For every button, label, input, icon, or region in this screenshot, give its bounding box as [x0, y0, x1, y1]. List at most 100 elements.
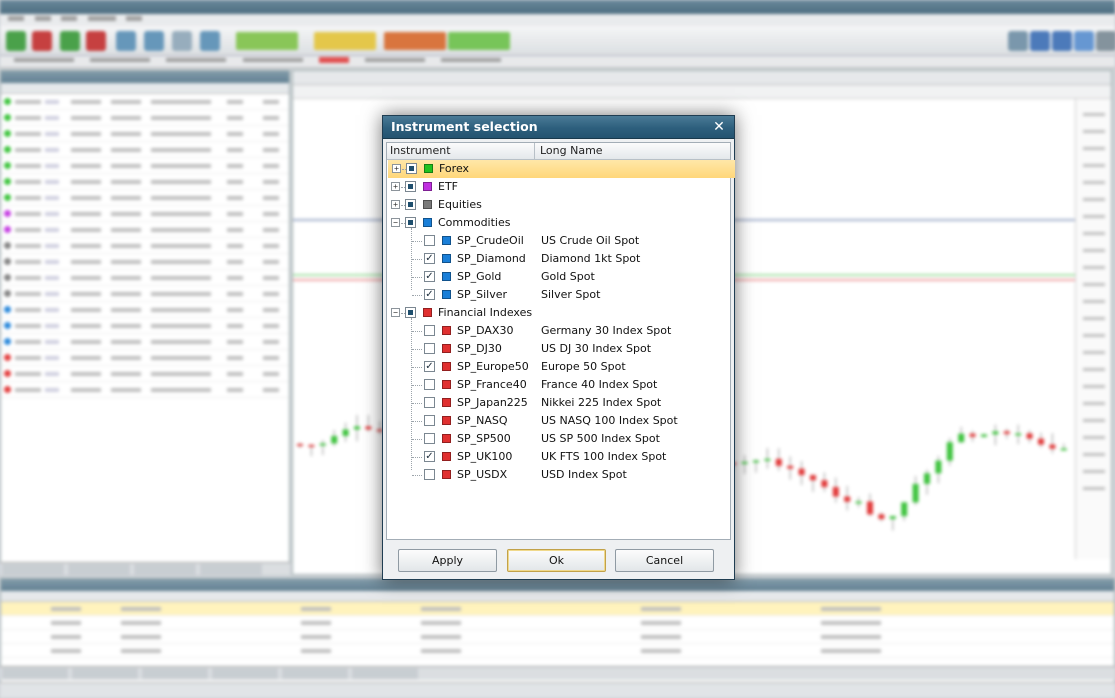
instrument-type-color-icon: [442, 236, 451, 245]
instrument-long-name: Silver Spot: [541, 288, 601, 301]
instrument-checkbox[interactable]: ✓: [424, 289, 435, 300]
column-header-long-name[interactable]: Long Name: [536, 143, 726, 159]
tree-connector: [412, 385, 422, 386]
instrument-type-color-icon: [442, 398, 451, 407]
tree-connector: [412, 277, 422, 278]
dialog-title: Instrument selection: [391, 119, 538, 134]
tree-group-equities[interactable]: + Equities: [387, 196, 730, 214]
tree-item-sp_crudeoil[interactable]: SP_CrudeOil US Crude Oil Spot: [387, 232, 730, 250]
tree-connector: [412, 349, 422, 350]
tree-header: Instrument Long Name: [387, 143, 730, 160]
tree-item-sp_europe50[interactable]: ✓ SP_Europe50 Europe 50 Spot: [387, 358, 730, 376]
group-label: ETF: [438, 180, 458, 193]
tree-connector: [412, 403, 422, 404]
cancel-button[interactable]: Cancel: [615, 549, 714, 572]
tree-item-sp_dj30[interactable]: SP_DJ30 US DJ 30 Index Spot: [387, 340, 730, 358]
instrument-long-name: US Crude Oil Spot: [541, 234, 640, 247]
instrument-checkbox[interactable]: [424, 379, 435, 390]
group-checkbox[interactable]: [405, 199, 416, 210]
tree-item-sp_sp500[interactable]: SP_SP500 US SP 500 Index Spot: [387, 430, 730, 448]
tree-item-sp_japan225[interactable]: SP_Japan225 Nikkei 225 Index Spot: [387, 394, 730, 412]
collapse-icon[interactable]: −: [391, 218, 400, 227]
instrument-long-name: Europe 50 Spot: [541, 360, 626, 373]
instrument-symbol: SP_Japan225: [457, 396, 528, 409]
collapse-icon[interactable]: −: [391, 308, 400, 317]
dialog-buttons: Apply Ok Cancel: [383, 543, 734, 579]
tree-connector: [412, 331, 422, 332]
instrument-type-color-icon: [424, 164, 433, 173]
instrument-symbol: SP_USDX: [457, 468, 508, 481]
tree-connector: [412, 241, 422, 242]
ok-button[interactable]: Ok: [507, 549, 606, 572]
instrument-checkbox[interactable]: ✓: [424, 451, 435, 462]
tree-group-forex[interactable]: + Forex: [388, 160, 735, 178]
instrument-type-color-icon: [442, 344, 451, 353]
column-header-instrument[interactable]: Instrument: [387, 143, 535, 159]
apply-button[interactable]: Apply: [398, 549, 497, 572]
instrument-long-name: Diamond 1kt Spot: [541, 252, 641, 265]
instrument-symbol: SP_Europe50: [457, 360, 529, 373]
group-checkbox[interactable]: [405, 307, 416, 318]
instrument-checkbox[interactable]: [424, 433, 435, 444]
expand-icon[interactable]: +: [392, 164, 401, 173]
instrument-type-color-icon: [423, 218, 432, 227]
tree-connector: [412, 475, 422, 476]
instrument-long-name: Gold Spot: [541, 270, 595, 283]
instrument-long-name: USD Index Spot: [541, 468, 627, 481]
tree-item-sp_gold[interactable]: ✓ SP_Gold Gold Spot: [387, 268, 730, 286]
tree-item-sp_silver[interactable]: ✓ SP_Silver Silver Spot: [387, 286, 730, 304]
instrument-checkbox[interactable]: ✓: [424, 271, 435, 282]
tree-item-sp_nasq[interactable]: SP_NASQ US NASQ 100 Index Spot: [387, 412, 730, 430]
tree-connector: [412, 367, 422, 368]
instrument-type-color-icon: [442, 470, 451, 479]
instrument-checkbox[interactable]: [424, 343, 435, 354]
tree-group-commodities[interactable]: − Commodities: [387, 214, 730, 232]
instrument-tree: Instrument Long Name + Forex + ETF + Equities…: [386, 142, 735, 540]
tree-item-sp_usdx[interactable]: SP_USDX USD Index Spot: [387, 466, 730, 484]
tree-group-etf[interactable]: + ETF: [387, 178, 730, 196]
close-icon[interactable]: ✕: [710, 117, 728, 137]
group-checkbox[interactable]: [406, 163, 417, 174]
group-label: Forex: [439, 162, 470, 175]
dialog-titlebar: Instrument selection ✕: [383, 116, 734, 139]
instrument-type-color-icon: [442, 416, 451, 425]
tree-item-sp_uk100[interactable]: ✓ SP_UK100 UK FTS 100 Index Spot: [387, 448, 730, 466]
instrument-symbol: SP_DJ30: [457, 342, 502, 355]
tree-connector: [412, 295, 422, 296]
instrument-type-color-icon: [442, 434, 451, 443]
instrument-checkbox[interactable]: ✓: [424, 253, 435, 264]
expand-icon[interactable]: +: [391, 200, 400, 209]
instrument-long-name: Germany 30 Index Spot: [541, 324, 672, 337]
instrument-long-name: US DJ 30 Index Spot: [541, 342, 652, 355]
instrument-checkbox[interactable]: [424, 415, 435, 426]
instrument-type-color-icon: [442, 272, 451, 281]
group-checkbox[interactable]: [405, 217, 416, 228]
instrument-type-color-icon: [442, 362, 451, 371]
group-label: Commodities: [438, 216, 511, 229]
instrument-symbol: SP_NASQ: [457, 414, 508, 427]
instrument-type-color-icon: [423, 182, 432, 191]
instrument-checkbox[interactable]: ✓: [424, 361, 435, 372]
group-checkbox[interactable]: [405, 181, 416, 192]
tree-item-sp_diamond[interactable]: ✓ SP_Diamond Diamond 1kt Spot: [387, 250, 730, 268]
instrument-symbol: SP_UK100: [457, 450, 513, 463]
tree-item-sp_dax30[interactable]: SP_DAX30 Germany 30 Index Spot: [387, 322, 730, 340]
instrument-checkbox[interactable]: [424, 469, 435, 480]
instrument-long-name: US NASQ 100 Index Spot: [541, 414, 678, 427]
instrument-checkbox[interactable]: [424, 235, 435, 246]
instrument-symbol: SP_CrudeOil: [457, 234, 524, 247]
group-label: Financial Indexes: [438, 306, 533, 319]
tree-connector: [412, 259, 422, 260]
instrument-checkbox[interactable]: [424, 325, 435, 336]
tree-connector: [412, 421, 422, 422]
tree-item-sp_france40[interactable]: SP_France40 France 40 Index Spot: [387, 376, 730, 394]
instrument-symbol: SP_Silver: [457, 288, 508, 301]
expand-icon[interactable]: +: [391, 182, 400, 191]
instrument-type-color-icon: [442, 254, 451, 263]
tree-group-financial-indexes[interactable]: − Financial Indexes: [387, 304, 730, 322]
instrument-type-color-icon: [442, 380, 451, 389]
instrument-type-color-icon: [442, 290, 451, 299]
instrument-checkbox[interactable]: [424, 397, 435, 408]
instrument-symbol: SP_France40: [457, 378, 527, 391]
instrument-long-name: UK FTS 100 Index Spot: [541, 450, 667, 463]
